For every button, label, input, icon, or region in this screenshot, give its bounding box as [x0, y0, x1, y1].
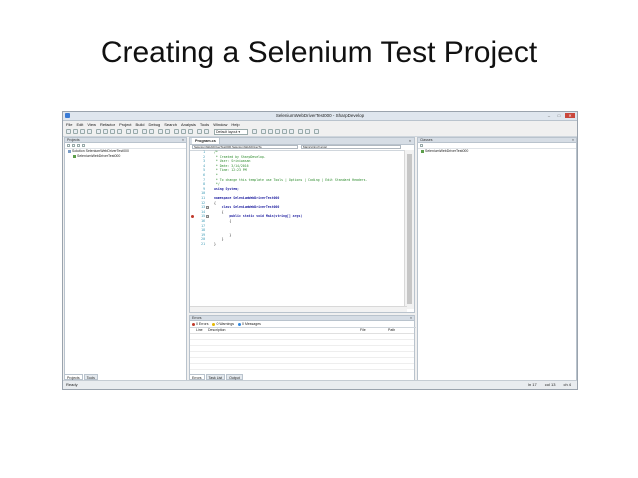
errors-count: 0 Errors: [196, 322, 209, 326]
status-text: Ready: [66, 382, 78, 387]
toggle-bookmark-icon[interactable]: [275, 129, 280, 134]
layout-select[interactable]: Default layout ▾: [214, 129, 248, 135]
menu-debug[interactable]: Debug: [148, 121, 160, 128]
menu-file[interactable]: File: [66, 121, 72, 128]
menu-refactor[interactable]: Refactor: [100, 121, 115, 128]
project-icon: [421, 149, 424, 153]
menu-project[interactable]: Project: [119, 121, 131, 128]
build-icon[interactable]: [158, 129, 163, 134]
run-icon[interactable]: [174, 129, 179, 134]
cut-icon[interactable]: [96, 129, 101, 134]
find-icon[interactable]: [261, 129, 266, 134]
warnings-count: 0 Warnings: [216, 322, 235, 326]
code-editor: Program.cs × SeleniumWebDriverTest000.Se…: [189, 137, 415, 313]
menu-tools[interactable]: Tools: [200, 121, 209, 128]
col-description[interactable]: Description: [208, 328, 226, 333]
tree-project-node[interactable]: SeleniumWebDriverTest000: [73, 154, 120, 158]
copy-icon[interactable]: [103, 129, 108, 134]
menu-window[interactable]: Window: [213, 121, 227, 128]
scrollbar-thumb[interactable]: [407, 154, 412, 304]
col-path[interactable]: Path: [388, 328, 395, 333]
error-icon: [192, 322, 195, 326]
settings-icon[interactable]: [252, 129, 257, 134]
warnings-filter-button[interactable]: 0 Warnings: [212, 321, 234, 327]
save-all-icon[interactable]: [87, 129, 92, 134]
editor-vertical-scrollbar[interactable]: [404, 150, 414, 309]
stop-icon[interactable]: [188, 129, 193, 134]
search-icon[interactable]: [314, 129, 319, 134]
classes-pane: Classes × SeleniumWebDriverTest000: [417, 137, 577, 381]
pause-icon[interactable]: [181, 129, 186, 134]
paste-icon[interactable]: [110, 129, 115, 134]
navigate-forward-icon[interactable]: [149, 129, 154, 134]
errors-pane-title: Errors: [192, 316, 202, 320]
projects-pane: Projects × Solution SeleniumWebDriverTes…: [64, 137, 187, 381]
maximize-button[interactable]: □: [555, 113, 563, 118]
project-icon: [73, 154, 76, 158]
properties-icon[interactable]: [82, 144, 85, 147]
editor-horizontal-scrollbar[interactable]: [190, 306, 407, 312]
menu-edit[interactable]: Edit: [76, 121, 83, 128]
delete-icon[interactable]: [117, 129, 122, 134]
menu-search[interactable]: Search: [164, 121, 177, 128]
code-area[interactable]: 1/* 2 * Created by SharpDevelop. 3 * User:…: [190, 150, 405, 309]
collapse-all-icon[interactable]: [67, 144, 70, 147]
messages-count: 0 Messages: [242, 322, 261, 326]
status-bar: Ready ln 17 col 13 ch 4: [63, 380, 577, 389]
toolbar: Default layout ▾: [63, 128, 577, 137]
line-number: 21: [201, 242, 205, 246]
fold-toggle-icon[interactable]: −: [206, 206, 209, 210]
redo-icon[interactable]: [133, 129, 138, 134]
menu-bar: File Edit View Refactor Project Build De…: [63, 121, 577, 128]
undo-icon[interactable]: [126, 129, 131, 134]
comment-icon[interactable]: [298, 129, 303, 134]
status-char: ch 4: [563, 382, 571, 387]
status-line: ln 17: [528, 382, 537, 387]
tree-solution-node[interactable]: Solution SeleniumWebDriverTest000: [68, 149, 129, 153]
next-bookmark-icon[interactable]: [282, 129, 287, 134]
close-button[interactable]: ✕: [565, 113, 575, 118]
member-selector[interactable]: Main(string[] args): [301, 145, 401, 149]
status-column: col 13: [544, 382, 556, 387]
messages-filter-button[interactable]: 0 Messages: [238, 321, 261, 327]
step-into-icon[interactable]: [204, 129, 209, 134]
fold-toggle-icon[interactable]: −: [206, 215, 209, 219]
bookmark-icon[interactable]: [268, 129, 273, 134]
info-icon: [238, 322, 242, 326]
solution-icon: [68, 149, 71, 153]
code-line[interactable]: 21}: [190, 242, 405, 247]
window-title: SeleniumWebDriverTest000 - SharpDevelop: [275, 113, 365, 118]
errors-filter-button[interactable]: 0 Errors: [192, 321, 208, 327]
navigate-back-icon[interactable]: [142, 129, 147, 134]
table-row: [190, 364, 414, 370]
menu-view[interactable]: View: [87, 121, 96, 128]
open-folder-icon[interactable]: [73, 129, 78, 134]
minimize-button[interactable]: –: [545, 113, 553, 118]
title-bar: SeleniumWebDriverTest000 - SharpDevelop …: [63, 112, 577, 121]
code-text: }: [214, 242, 216, 246]
rebuild-icon[interactable]: [165, 129, 170, 134]
refresh-icon[interactable]: [72, 144, 75, 147]
menu-help[interactable]: Help: [231, 121, 239, 128]
new-file-icon[interactable]: [66, 129, 71, 134]
show-all-files-icon[interactable]: [77, 144, 80, 147]
menu-build[interactable]: Build: [136, 121, 145, 128]
tree-class-node[interactable]: SeleniumWebDriverTest000: [421, 149, 468, 153]
step-over-icon[interactable]: [197, 129, 202, 134]
class-view-options-icon[interactable]: [420, 144, 423, 147]
col-file[interactable]: File: [360, 328, 366, 333]
classes-pane-title: Classes: [420, 138, 433, 142]
col-line[interactable]: Line: [196, 328, 203, 333]
projects-pane-title: Projects: [67, 138, 80, 142]
warning-icon: [212, 322, 216, 326]
ide-window: SeleniumWebDriverTest000 - SharpDevelop …: [62, 111, 578, 390]
indent-icon[interactable]: [305, 129, 310, 134]
slide-title: Creating a Selenium Test Project: [100, 36, 538, 69]
prev-bookmark-icon[interactable]: [289, 129, 294, 134]
save-icon[interactable]: [80, 129, 85, 134]
menu-analysis[interactable]: Analysis: [181, 121, 196, 128]
errors-pane: Errors × 0 Errors 0 Warnings 0 Messages …: [189, 315, 416, 381]
class-selector[interactable]: SeleniumWebDriverTest000.SeleniumWebDriv…: [192, 145, 298, 149]
